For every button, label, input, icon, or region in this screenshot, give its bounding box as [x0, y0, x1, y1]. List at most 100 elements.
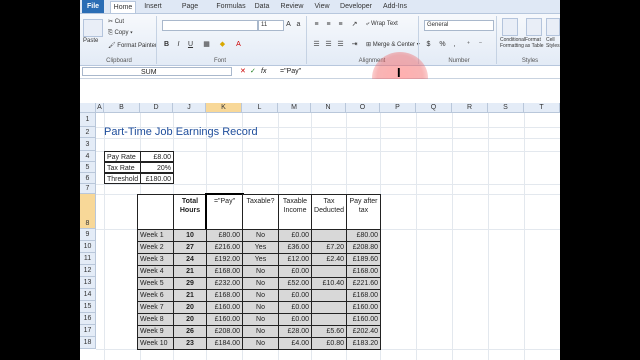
increase-decimal-icon[interactable]: ⁺ [464, 40, 473, 49]
align-right-icon[interactable]: ☰ [336, 40, 345, 49]
tab-page-layout[interactable]: Page Layout [171, 1, 209, 21]
tax-deducted-header[interactable]: Tax Deducted [311, 194, 347, 230]
grow-font-icon[interactable]: A [284, 20, 293, 29]
col-header[interactable]: S [488, 103, 524, 113]
align-left-icon[interactable]: ☰ [312, 40, 321, 49]
decrease-decimal-icon[interactable]: ⁻ [476, 40, 485, 49]
cell-styles-button[interactable]: Cell Styles [546, 37, 560, 49]
insert-function-button[interactable]: fx [261, 67, 266, 77]
threshold-value[interactable]: £180.00 [140, 173, 174, 184]
row-header[interactable]: 17 [80, 325, 96, 337]
threshold-label[interactable]: Threshold [104, 173, 141, 184]
row-header[interactable]: 13 [80, 277, 96, 289]
row-header[interactable]: 12 [80, 265, 96, 277]
paste-icon[interactable] [83, 19, 103, 37]
pay-rate-label[interactable]: Pay Rate [104, 151, 141, 162]
align-bottom-icon[interactable]: ≡ [336, 20, 345, 29]
hours-cell[interactable]: 23 [173, 337, 207, 350]
tab-review[interactable]: Review [278, 1, 306, 12]
row-header[interactable]: 10 [80, 241, 96, 253]
row-header[interactable]: 5 [80, 162, 96, 173]
col-header[interactable]: A [96, 103, 104, 113]
tab-developer[interactable]: Developer [338, 1, 374, 12]
tab-view[interactable]: View [312, 1, 332, 12]
col-header[interactable]: B [104, 103, 140, 113]
row-header[interactable]: 1 [80, 113, 96, 127]
total-hours-header[interactable]: Total Hours [173, 194, 207, 230]
align-top-icon[interactable]: ≡ [312, 20, 321, 29]
wrap-text-button[interactable]: ⤶ Wrap Text [366, 21, 398, 28]
select-all-corner[interactable] [80, 103, 96, 113]
pay-after-tax-cell[interactable]: £183.20 [346, 337, 381, 350]
borders-icon[interactable]: ▦ [202, 40, 211, 49]
row-header[interactable]: 18 [80, 337, 96, 349]
pay-header-active-cell[interactable]: ="Pay" [205, 193, 244, 231]
font-color-icon[interactable]: A [234, 40, 243, 49]
format-painter-button[interactable]: 🖌 Format Painter [108, 42, 157, 49]
percent-button[interactable]: % [438, 40, 447, 49]
row-header[interactable]: 9 [80, 229, 96, 241]
tab-home[interactable]: Home [110, 1, 136, 13]
formula-input[interactable]: ="Pay" [280, 67, 301, 77]
paste-button[interactable]: Paste [83, 38, 98, 44]
format-table-icon[interactable] [526, 18, 542, 36]
row-header[interactable]: 7 [80, 184, 96, 194]
align-center-icon[interactable]: ☰ [324, 40, 333, 49]
font-size-combo[interactable]: 11 [258, 20, 284, 31]
tax-deducted-cell[interactable]: £0.80 [311, 337, 347, 350]
taxable-header[interactable]: Taxable? [242, 194, 279, 230]
col-header[interactable]: J [173, 103, 206, 113]
comma-button[interactable]: , [450, 40, 459, 49]
tax-rate-label[interactable]: Tax Rate [104, 162, 141, 173]
tab-formulas[interactable]: Formulas [215, 1, 247, 12]
col-header[interactable]: K [206, 103, 242, 113]
tab-add-ins[interactable]: Add-Ins [380, 1, 410, 12]
number-format-combo[interactable]: General [424, 20, 494, 31]
bold-button[interactable]: B [162, 40, 171, 49]
pay-rate-value[interactable]: £8.00 [140, 151, 174, 162]
row-header[interactable]: 4 [80, 151, 96, 162]
tab-insert[interactable]: Insert [140, 1, 166, 12]
col-header[interactable]: D [140, 103, 173, 113]
col-header[interactable]: R [452, 103, 488, 113]
col-header[interactable]: L [242, 103, 278, 113]
week-header[interactable] [137, 194, 174, 230]
row-header[interactable]: 15 [80, 301, 96, 313]
italic-button[interactable]: I [174, 40, 183, 49]
indent-icon[interactable]: ⇥ [350, 40, 359, 49]
row-header[interactable]: 2 [80, 127, 96, 138]
col-header[interactable]: N [311, 103, 346, 113]
conditional-formatting-button[interactable]: Conditional Formatting [500, 37, 526, 49]
conditional-formatting-icon[interactable] [502, 18, 518, 36]
currency-icon[interactable]: $ [424, 40, 433, 49]
pay-after-tax-header[interactable]: Pay after tax [346, 194, 381, 230]
row-header[interactable]: 11 [80, 253, 96, 265]
taxable-income-cell[interactable]: £4.00 [278, 337, 312, 350]
row-header[interactable]: 3 [80, 138, 96, 151]
fill-color-icon[interactable]: ◆ [218, 40, 227, 49]
copy-button[interactable]: ⎘ Copy ▾ [108, 30, 133, 37]
tab-data[interactable]: Data [252, 1, 272, 12]
cell-styles-icon[interactable] [546, 18, 560, 36]
tab-file[interactable]: File [82, 0, 104, 13]
underline-button[interactable]: U [186, 40, 195, 49]
week-label-cell[interactable]: Week 10 [137, 337, 174, 350]
format-as-table-button[interactable]: Format as Table [525, 37, 545, 49]
name-box[interactable]: SUM [82, 67, 232, 76]
col-header[interactable]: P [380, 103, 416, 113]
row-header[interactable]: 14 [80, 289, 96, 301]
col-header[interactable]: M [278, 103, 311, 113]
row-header[interactable]: 16 [80, 313, 96, 325]
taxable-cell[interactable]: No [242, 337, 279, 350]
col-header[interactable]: Q [416, 103, 452, 113]
font-name-combo[interactable] [162, 20, 258, 31]
taxable-income-header[interactable]: Taxable Income [278, 194, 312, 230]
cancel-icon[interactable]: ✕ [240, 67, 246, 77]
row-header[interactable]: 8 [80, 194, 96, 229]
merge-center-button[interactable]: ⊞ Merge & Center ▾ [366, 41, 420, 48]
tax-rate-value[interactable]: 20% [140, 162, 174, 173]
col-header[interactable]: T [524, 103, 560, 113]
enter-icon[interactable]: ✓ [250, 67, 256, 77]
orientation-icon[interactable]: ↗ [350, 20, 359, 29]
shrink-font-icon[interactable]: a [294, 20, 303, 29]
